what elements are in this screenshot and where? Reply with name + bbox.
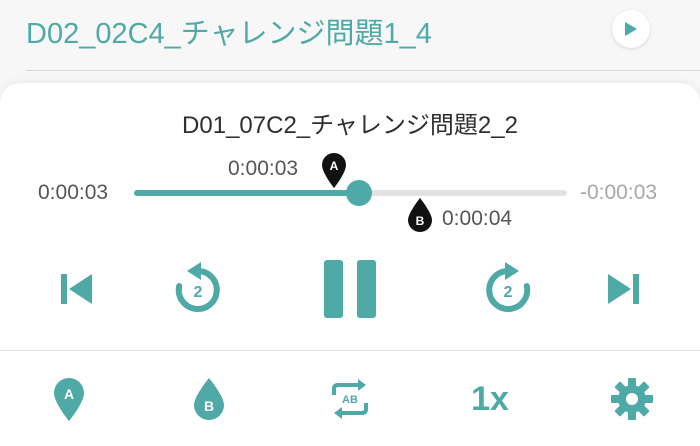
set-b-letter: B bbox=[204, 398, 214, 414]
marker-a-pin-icon[interactable]: A bbox=[320, 151, 348, 189]
pause-icon bbox=[324, 260, 376, 318]
skip-previous-icon bbox=[61, 274, 92, 304]
marker-b-letter: B bbox=[415, 214, 424, 228]
marker-b-time: 0:00:04 bbox=[442, 207, 513, 230]
map-pin-a-icon: A bbox=[54, 378, 84, 421]
fast-forward-icon: 2 bbox=[486, 262, 531, 312]
list-item-play-button[interactable] bbox=[612, 10, 650, 48]
previous-track-button[interactable] bbox=[50, 263, 102, 315]
rewind-icon: 2 bbox=[175, 262, 220, 312]
remaining-time: -0:00:03 bbox=[580, 181, 658, 204]
playback-speed-label: 1x bbox=[471, 379, 509, 418]
play-icon bbox=[625, 22, 637, 36]
skip-next-icon bbox=[608, 274, 639, 304]
next-track-button[interactable] bbox=[598, 263, 650, 315]
elapsed-time: 0:00:03 bbox=[38, 181, 109, 204]
rewind-button[interactable]: 2 bbox=[168, 259, 228, 319]
ab-repeat-button[interactable]: AB bbox=[324, 373, 376, 425]
repeat-ab-icon: AB bbox=[332, 379, 368, 419]
marker-a-time: 0:00:03 bbox=[228, 157, 299, 180]
marker-b-drop-icon[interactable]: B bbox=[406, 196, 434, 234]
list-item-title: D02_02C4_チャレンジ問題1_4 bbox=[26, 18, 432, 50]
track-list-item[interactable]: D02_02C4_チャレンジ問題1_4 bbox=[0, 0, 700, 72]
pause-button[interactable] bbox=[316, 255, 384, 323]
gear-icon bbox=[611, 378, 653, 420]
forward-button[interactable]: 2 bbox=[478, 259, 538, 319]
set-a-point-button[interactable]: A bbox=[44, 370, 94, 428]
progress-thumb[interactable] bbox=[346, 180, 373, 206]
rewind-seconds: 2 bbox=[194, 284, 203, 301]
water-drop-b-icon: B bbox=[194, 378, 224, 420]
track-title: D01_07C2_チャレンジ問題2_2 bbox=[182, 112, 518, 139]
playback-speed-button[interactable]: 1x bbox=[462, 373, 518, 425]
set-a-letter: A bbox=[64, 386, 74, 402]
toolbar-divider bbox=[0, 350, 700, 351]
progress-fill bbox=[134, 190, 360, 196]
forward-seconds: 2 bbox=[504, 284, 513, 301]
set-b-point-button[interactable]: B bbox=[184, 370, 234, 428]
marker-a-letter: A bbox=[330, 159, 339, 173]
player-sheet: D01_07C2_チャレンジ問題2_2 0:00:03 A 0:00:03 -0… bbox=[0, 83, 700, 446]
repeat-ab-label: AB bbox=[342, 394, 358, 406]
settings-button[interactable] bbox=[604, 371, 660, 427]
list-divider bbox=[26, 70, 700, 71]
